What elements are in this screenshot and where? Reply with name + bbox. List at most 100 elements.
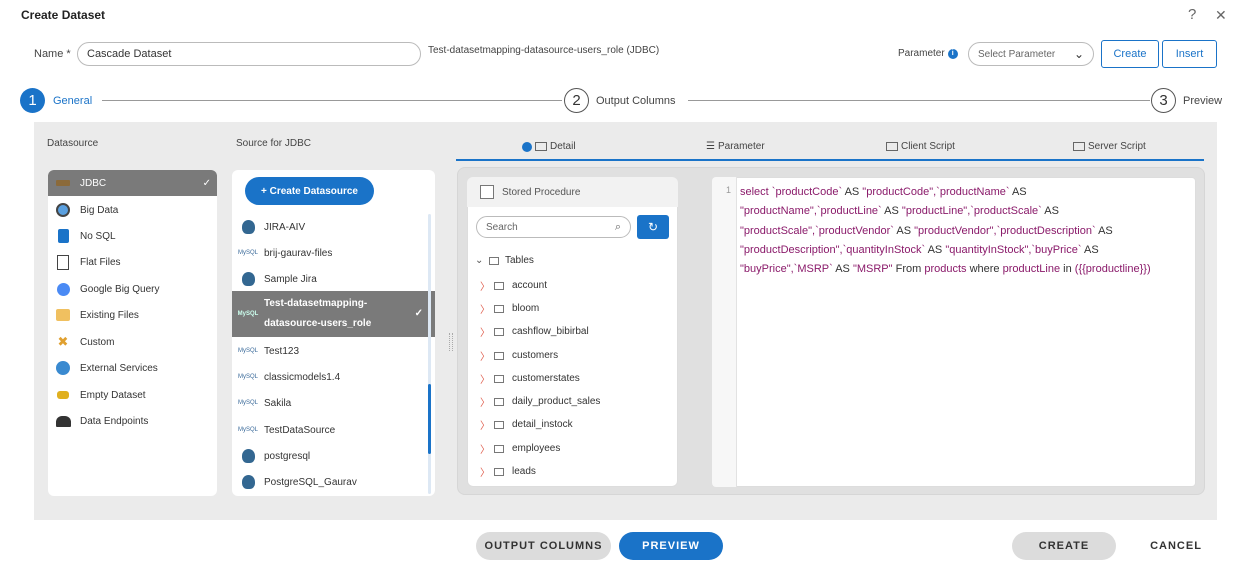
datasource-item-empty-dataset[interactable]: Empty Dataset [48, 382, 217, 408]
table-icon [489, 256, 499, 265]
tab-detail[interactable]: Detail [522, 141, 576, 152]
source-item[interactable]: MySQL brij-gaurav-files [232, 242, 435, 264]
name-input[interactable]: Cascade Dataset [77, 42, 421, 66]
parameter-select[interactable]: Select Parameter ⌄ [968, 42, 1094, 66]
mysql-icon: MySQL [238, 427, 259, 433]
source-item[interactable]: PostgreSQL_Gaurav [232, 471, 435, 493]
search-input[interactable]: Search ⌕ [476, 216, 631, 238]
source-item[interactable]: MySQL Sakila [232, 392, 435, 414]
table-row[interactable]: 〉 customerstates [480, 371, 580, 386]
create-button[interactable]: CREATE [1012, 532, 1116, 560]
table-icon [494, 420, 504, 429]
table-icon [494, 397, 504, 406]
table-row[interactable]: 〉 cashflow_bibirbal [480, 324, 589, 339]
datasource-item-custom[interactable]: ✖ Custom [48, 329, 217, 355]
step-2-circle[interactable]: 2 [564, 88, 589, 113]
datasource-item-existing-files[interactable]: Existing Files [48, 302, 217, 328]
chevron-right-icon: 〉 [480, 398, 490, 409]
datasource-item-jdbc[interactable]: JDBC ✓ [48, 170, 217, 196]
datasource-item-big-data[interactable]: Big Data [48, 197, 217, 223]
table-row[interactable]: 〉 detail_instock [480, 417, 573, 432]
source-item[interactable]: Sample Jira [232, 268, 435, 290]
mysql-icon: MySQL [238, 400, 259, 406]
chevron-right-icon: 〉 [480, 282, 490, 293]
source-item[interactable]: MySQL TestDataSource [232, 419, 435, 441]
chevron-right-icon: 〉 [480, 468, 490, 479]
help-icon[interactable]: ? [1188, 6, 1196, 23]
check-icon: ✓ [202, 177, 211, 189]
chevron-right-icon: 〉 [480, 375, 490, 386]
table-row[interactable]: 〉 daily_product_sales [480, 394, 600, 409]
chevron-right-icon: 〉 [480, 328, 490, 339]
source-item[interactable]: MySQL classicmodels1.4 [232, 366, 435, 388]
line-number: 1 [726, 185, 732, 195]
mysql-icon: MySQL [238, 348, 259, 354]
query-text[interactable]: select `productCode` AS "productCode",`p… [740, 183, 1160, 279]
create-datasource-button[interactable]: + Create Datasource [245, 177, 374, 205]
source-info: Test-datasetmapping-datasource-users_rol… [428, 45, 660, 56]
table-row[interactable]: 〉 leads [480, 464, 536, 479]
refresh-button[interactable]: ↻ [637, 215, 669, 239]
tab-client-script[interactable]: Client Script [886, 141, 955, 152]
editor-gutter [712, 177, 737, 487]
step-connector [688, 100, 1150, 101]
close-icon[interactable]: ✕ [1215, 7, 1227, 24]
dialog-title: Create Dataset [21, 8, 106, 22]
step-connector [102, 100, 562, 101]
server-script-icon [1073, 142, 1085, 151]
insert-parameter-button[interactable]: Insert [1162, 40, 1217, 68]
big-data-icon [54, 201, 72, 219]
stored-procedure-row[interactable]: Stored Procedure [467, 177, 678, 207]
tables-node[interactable]: ⌄ Tables [475, 255, 534, 266]
table-icon [494, 467, 504, 476]
empty-dataset-icon [54, 386, 72, 404]
source-item[interactable]: postgresql [232, 445, 435, 467]
datasource-item-big-query[interactable]: Google Big Query [48, 276, 217, 302]
step-2-label[interactable]: Output Columns [596, 95, 675, 107]
chevron-right-icon: 〉 [480, 305, 490, 316]
datasource-item-flat-files[interactable]: Flat Files [48, 249, 217, 275]
cancel-button[interactable]: CANCEL [1140, 532, 1212, 560]
source-item-selected[interactable]: MySQL Test-datasetmapping-datasource-use… [232, 291, 435, 337]
output-columns-button[interactable]: OUTPUT COLUMNS [476, 532, 611, 560]
scrollbar-track[interactable] [428, 214, 431, 494]
table-icon [494, 327, 504, 336]
check-icon: ✓ [414, 308, 423, 319]
data-endpoints-icon [54, 412, 72, 430]
client-script-icon [886, 142, 898, 151]
create-parameter-button[interactable]: Create [1101, 40, 1159, 68]
datasource-item-external-services[interactable]: External Services [48, 355, 217, 381]
query-line: "buyPrice",`MSRP` AS "MSRP" From product… [740, 263, 1151, 276]
nosql-icon [54, 227, 72, 245]
splitter-handle[interactable] [449, 333, 453, 351]
datasource-item-nosql[interactable]: No SQL [48, 223, 217, 249]
table-icon [494, 281, 504, 290]
datasource-list: JDBC ✓ Big Data No SQL Flat Files Google… [48, 170, 217, 496]
step-1-label[interactable]: General [53, 95, 92, 107]
table-icon [494, 444, 504, 453]
step-1-circle[interactable]: 1 [20, 88, 45, 113]
step-3-label[interactable]: Preview [1183, 95, 1222, 107]
tab-server-script[interactable]: Server Script [1073, 141, 1146, 152]
query-line: "productScale",`productVendor` AS "produ… [740, 224, 1113, 237]
table-row[interactable]: 〉 customers [480, 348, 558, 363]
globe-icon [54, 359, 72, 377]
table-row[interactable]: 〉 bloom [480, 301, 539, 316]
table-icon [494, 374, 504, 383]
query-line: "productName",`productLine` AS "productL… [740, 205, 1059, 218]
stored-procedure-checkbox[interactable] [480, 185, 494, 199]
table-row[interactable]: 〉 account [480, 278, 547, 293]
chevron-down-icon: ⌄ [475, 255, 484, 266]
step-3-circle[interactable]: 3 [1151, 88, 1176, 113]
scrollbar-thumb[interactable] [428, 384, 431, 454]
postgres-icon [240, 271, 256, 287]
source-item[interactable]: MySQL Test123 [232, 340, 435, 362]
datasource-item-data-endpoints[interactable]: Data Endpoints [48, 408, 217, 434]
table-row[interactable]: 〉 employees [480, 441, 560, 456]
source-item[interactable]: JIRA-AIV [232, 216, 435, 238]
mysql-icon: MySQL [238, 374, 259, 380]
tab-parameter[interactable]: ☰ Parameter [706, 141, 765, 152]
preview-button[interactable]: PREVIEW [619, 532, 723, 560]
custom-icon: ✖ [57, 334, 69, 349]
source-heading: Source for JDBC [236, 138, 312, 149]
